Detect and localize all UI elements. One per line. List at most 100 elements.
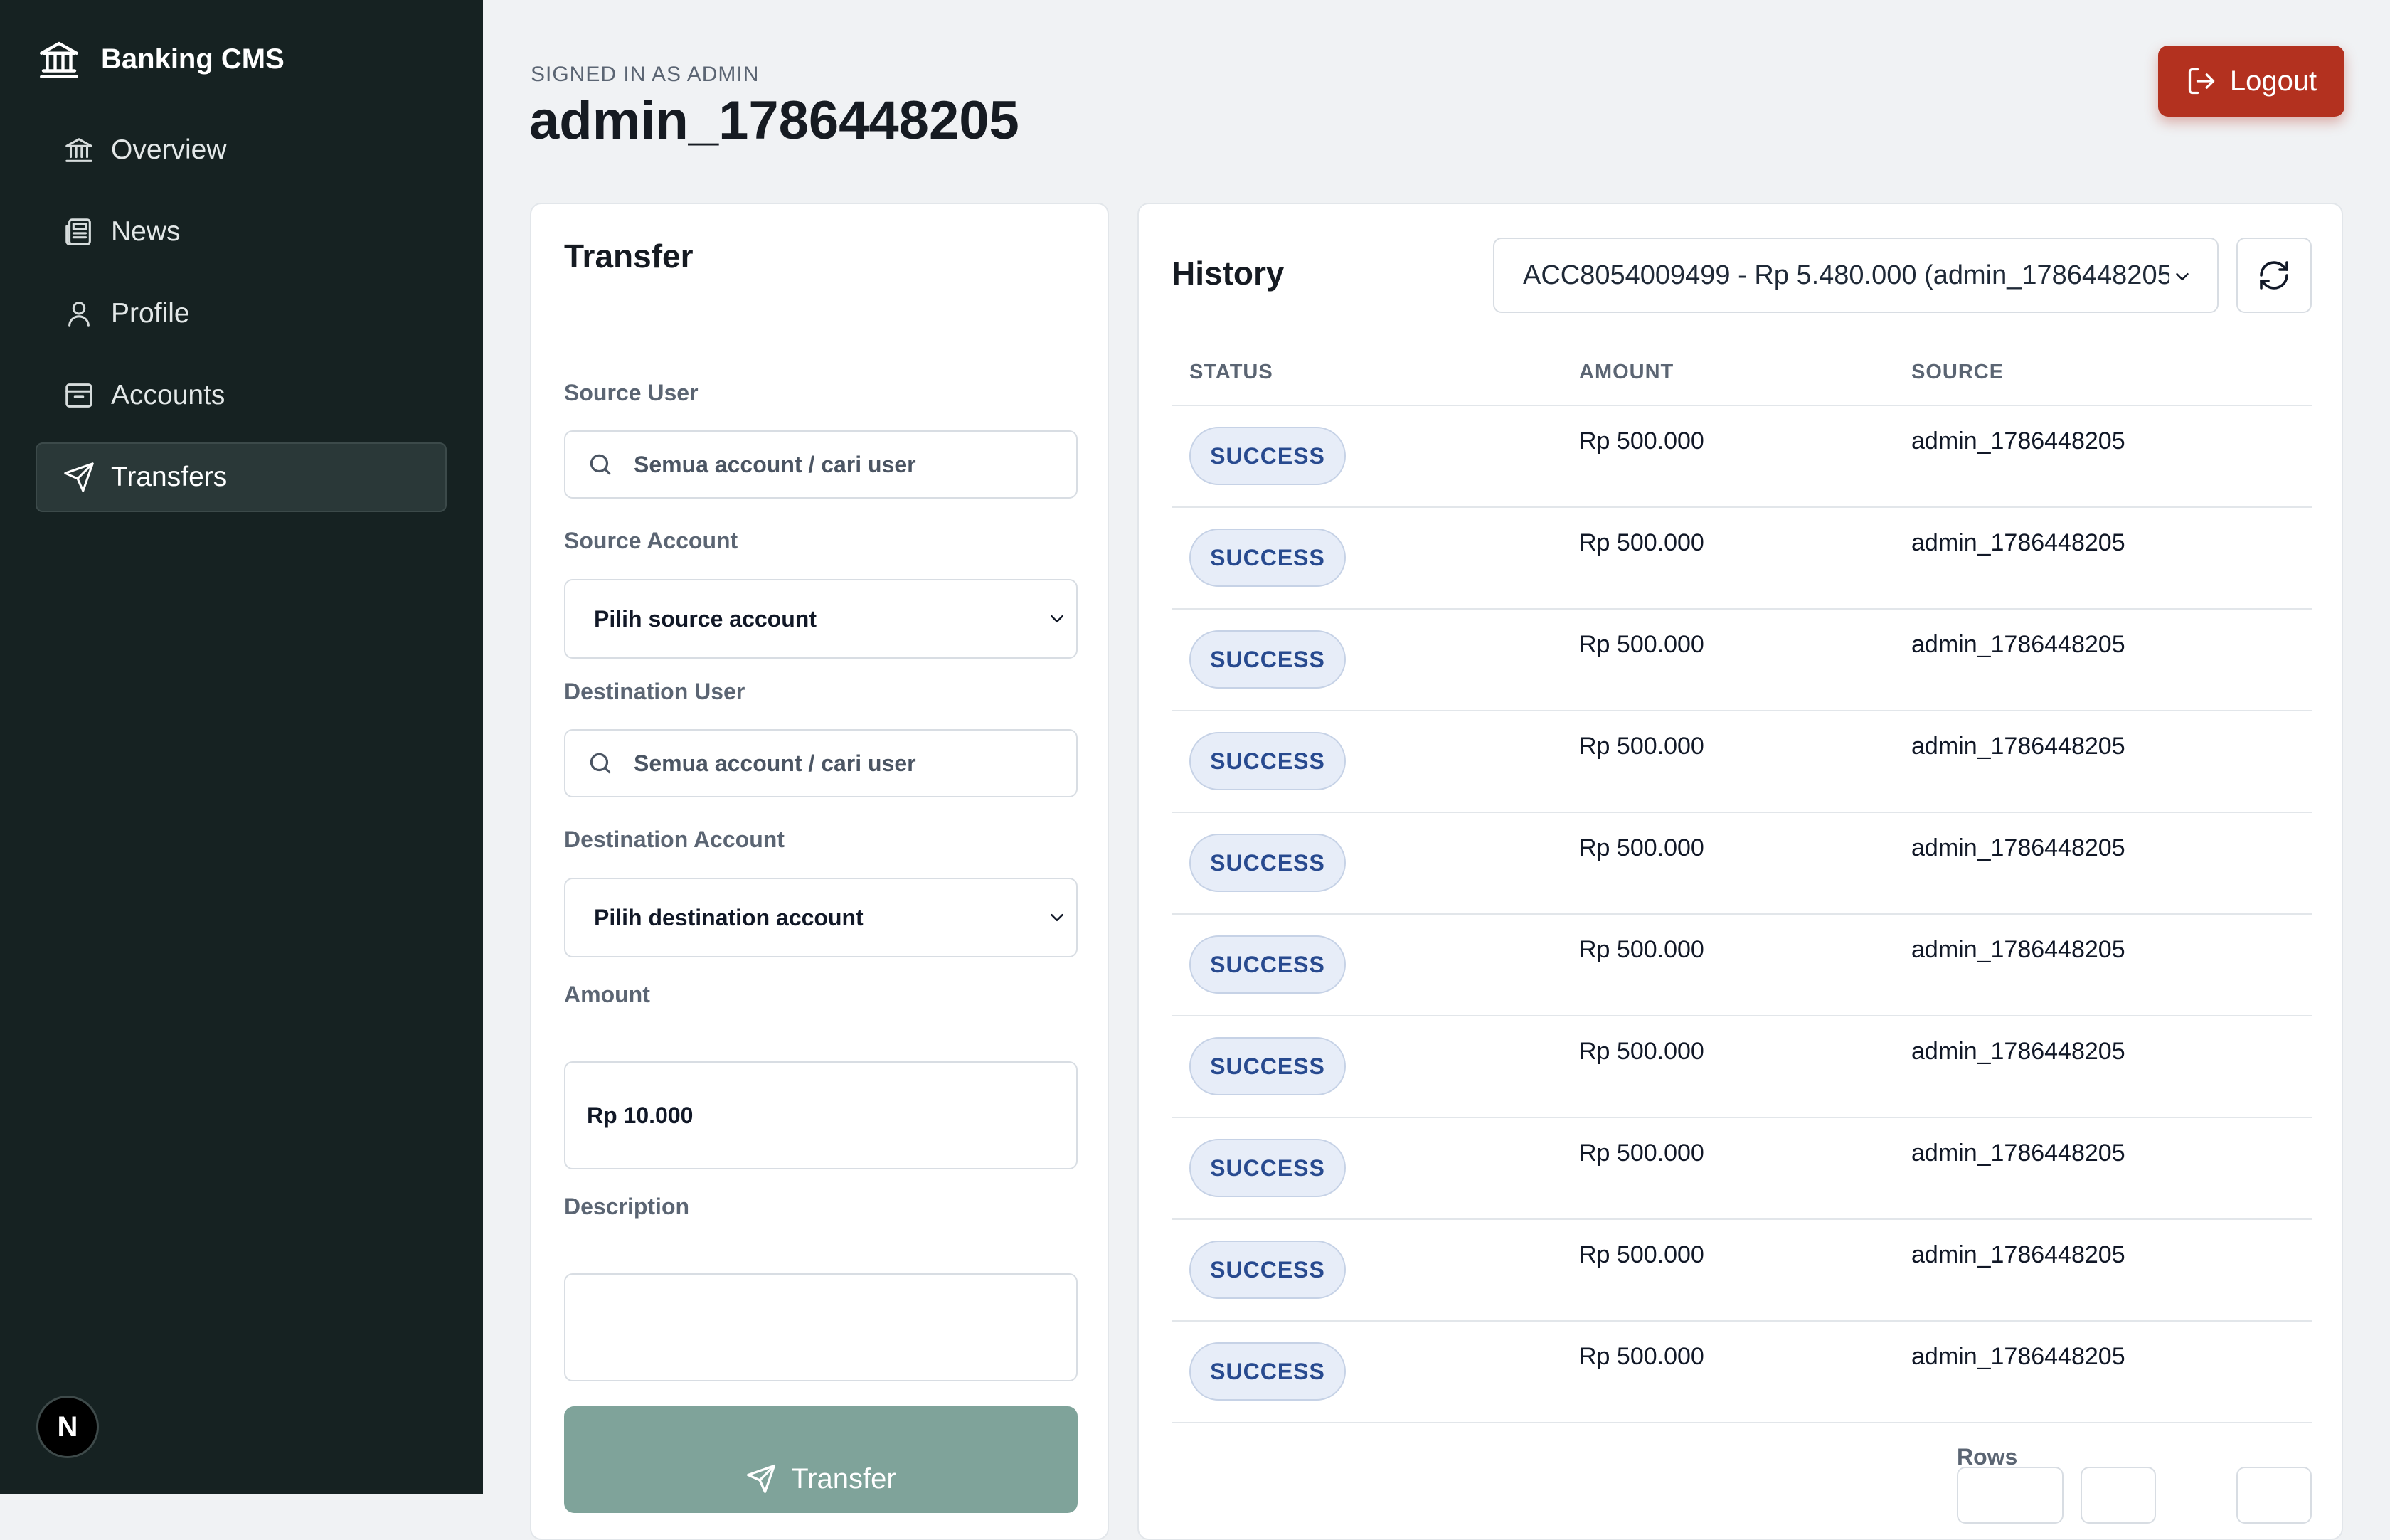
source-cell: admin_1786448205 xyxy=(1911,1241,2125,1268)
column-status[interactable]: STATUS xyxy=(1189,361,1273,384)
amount-cell: Rp 500.000 xyxy=(1579,631,1704,658)
table-row[interactable]: SUCCESS Rp 500.000 admin_1786448205 xyxy=(1172,915,2312,1016)
account-select[interactable]: ACC8054009499 - Rp 5.480.000 (admin_1786… xyxy=(1493,238,2219,313)
destination-user-label: Destination User xyxy=(564,679,745,704)
source-account-label: Source Account xyxy=(564,528,738,553)
page-title: admin_1786448205 xyxy=(529,90,1019,151)
status-badge: SUCCESS xyxy=(1189,1241,1346,1299)
sidebar-item-label: Accounts xyxy=(111,380,225,410)
amount-cell: Rp 500.000 xyxy=(1579,936,1704,963)
search-icon xyxy=(590,753,611,774)
destination-user-input[interactable]: Semua account / cari user xyxy=(564,729,1078,797)
source-cell: admin_1786448205 xyxy=(1911,1140,2125,1167)
description-label: Description xyxy=(564,1194,690,1219)
sidebar-item-overview[interactable]: Overview xyxy=(36,115,447,185)
source-user-label: Source User xyxy=(564,380,699,405)
source-cell: admin_1786448205 xyxy=(1911,428,2125,455)
newspaper-icon xyxy=(65,218,91,245)
account-select-value: ACC8054009499 - Rp 5.480.000 (admin_1786… xyxy=(1523,260,2169,290)
amount-cell: Rp 500.000 xyxy=(1579,834,1704,861)
amount-cell: Rp 500.000 xyxy=(1579,1241,1704,1268)
status-badge: SUCCESS xyxy=(1189,529,1346,587)
sidebar-item-accounts[interactable]: Accounts xyxy=(36,361,447,430)
status-badge: SUCCESS xyxy=(1189,427,1346,485)
destination-account-value: Pilih destination account xyxy=(594,904,864,930)
refresh-button[interactable] xyxy=(2236,238,2312,313)
amount-cell: Rp 500.000 xyxy=(1579,1038,1704,1065)
column-amount[interactable]: AMOUNT xyxy=(1579,361,1674,384)
bank-icon xyxy=(40,41,78,78)
status-badge: SUCCESS xyxy=(1189,1037,1346,1095)
send-icon xyxy=(64,462,94,492)
logout-icon xyxy=(2188,68,2214,95)
amount-cell: Rp 500.000 xyxy=(1579,1343,1704,1370)
sidebar-item-label: News xyxy=(111,216,181,247)
table-row[interactable]: SUCCESS Rp 500.000 admin_1786448205 xyxy=(1172,1322,2312,1423)
next-page-button[interactable] xyxy=(2236,1467,2312,1524)
app-name: Banking CMS xyxy=(101,43,285,75)
status-badge: SUCCESS xyxy=(1189,1342,1346,1401)
source-cell: admin_1786448205 xyxy=(1911,1343,2125,1370)
amount-input[interactable]: Rp 10.000 xyxy=(564,1061,1078,1169)
amount-cell: Rp 500.000 xyxy=(1579,1140,1704,1167)
status-badge: SUCCESS xyxy=(1189,834,1346,892)
amount-value: Rp 10.000 xyxy=(587,1102,694,1128)
destination-account-label: Destination Account xyxy=(564,827,785,852)
dev-badge-letter: N xyxy=(57,1411,78,1443)
sidebar-item-profile[interactable]: Profile xyxy=(36,279,447,349)
search-icon xyxy=(590,454,611,475)
amount-label: Amount xyxy=(564,982,650,1007)
send-icon xyxy=(747,1465,776,1493)
amount-cell: Rp 500.000 xyxy=(1579,428,1704,455)
table-row[interactable]: SUCCESS Rp 500.000 admin_1786448205 xyxy=(1172,711,2312,813)
transfer-submit-button[interactable]: Transfer xyxy=(564,1406,1078,1513)
source-user-placeholder: Semua account / cari user xyxy=(634,451,916,477)
sidebar-item-news[interactable]: News xyxy=(36,197,447,267)
source-cell: admin_1786448205 xyxy=(1911,631,2125,658)
status-badge: SUCCESS xyxy=(1189,1139,1346,1197)
table-row[interactable]: SUCCESS Rp 500.000 admin_1786448205 xyxy=(1172,508,2312,610)
sidebar-item-transfers[interactable]: Transfers xyxy=(36,442,447,512)
chevron-down-icon xyxy=(2176,273,2189,280)
amount-cell: Rp 500.000 xyxy=(1579,733,1704,760)
table-row[interactable]: SUCCESS Rp 500.000 admin_1786448205 xyxy=(1172,1118,2312,1220)
sidebar: Banking CMS Overview News Profile Accoun… xyxy=(0,0,483,1494)
chevron-down-icon xyxy=(1051,914,1063,921)
history-table-body: SUCCESS Rp 500.000 admin_1786448205 SUCC… xyxy=(1172,406,2312,1423)
archive-icon xyxy=(65,383,92,408)
transfer-title: Transfer xyxy=(564,238,694,275)
table-row[interactable]: SUCCESS Rp 500.000 admin_1786448205 xyxy=(1172,610,2312,711)
signed-in-role: SIGNED IN AS ADMIN xyxy=(531,63,760,86)
transfer-submit-label: Transfer xyxy=(791,1463,896,1494)
table-row[interactable]: SUCCESS Rp 500.000 admin_1786448205 xyxy=(1172,813,2312,915)
prev-page-button[interactable] xyxy=(2081,1467,2156,1524)
source-user-input[interactable]: Semua account / cari user xyxy=(564,430,1078,499)
rows-per-page-select[interactable] xyxy=(1957,1467,2064,1524)
user-icon xyxy=(68,302,90,327)
source-cell: admin_1786448205 xyxy=(1911,529,2125,556)
column-source[interactable]: SOURCE xyxy=(1911,361,2004,384)
sidebar-item-label: Transfers xyxy=(111,462,228,492)
destination-account-select[interactable]: Pilih destination account xyxy=(564,878,1078,957)
source-cell: admin_1786448205 xyxy=(1911,834,2125,861)
source-account-select[interactable]: Pilih source account xyxy=(564,579,1078,659)
source-account-value: Pilih source account xyxy=(594,605,817,632)
amount-cell: Rp 500.000 xyxy=(1579,529,1704,556)
history-title: History xyxy=(1172,255,1285,292)
status-badge: SUCCESS xyxy=(1189,630,1346,689)
refresh-icon xyxy=(2260,261,2288,290)
description-input[interactable] xyxy=(564,1273,1078,1381)
status-badge: SUCCESS xyxy=(1189,935,1346,994)
brand[interactable]: Banking CMS xyxy=(36,36,285,83)
table-row[interactable]: SUCCESS Rp 500.000 admin_1786448205 xyxy=(1172,1220,2312,1322)
logout-button[interactable]: Logout xyxy=(2158,46,2344,117)
source-cell: admin_1786448205 xyxy=(1911,1038,2125,1065)
table-row[interactable]: SUCCESS Rp 500.000 admin_1786448205 xyxy=(1172,406,2312,508)
history-card: History ACC8054009499 - Rp 5.480.000 (ad… xyxy=(1137,203,2343,1540)
logout-label: Logout xyxy=(2229,65,2317,97)
dev-badge[interactable]: N xyxy=(36,1396,99,1458)
sidebar-item-label: Profile xyxy=(111,298,190,329)
transfer-card: Transfer Source User Semua account / car… xyxy=(530,203,1109,1540)
table-row[interactable]: SUCCESS Rp 500.000 admin_1786448205 xyxy=(1172,1016,2312,1118)
source-cell: admin_1786448205 xyxy=(1911,733,2125,760)
